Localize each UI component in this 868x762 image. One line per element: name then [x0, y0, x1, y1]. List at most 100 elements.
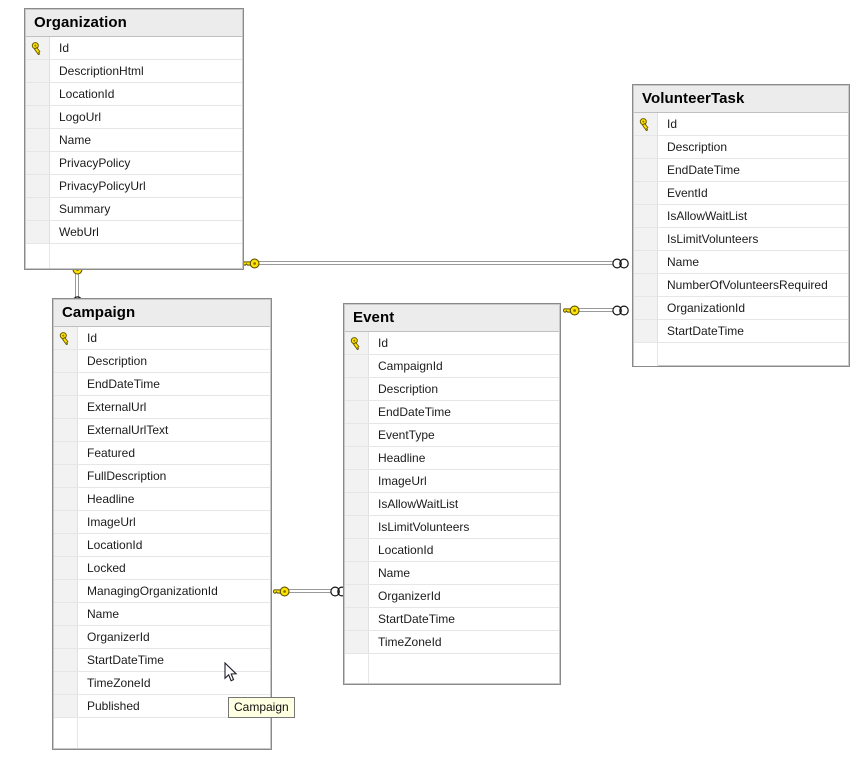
attribute-gutter	[634, 320, 658, 342]
attribute-row[interactable]: PrivacyPolicy	[26, 152, 242, 175]
attribute-row[interactable]: Locked	[54, 557, 270, 580]
attribute-row[interactable]: Summary	[26, 198, 242, 221]
attribute-row[interactable]: StartDateTime	[54, 649, 270, 672]
attribute-row[interactable]: IsLimitVolunteers	[634, 228, 848, 251]
primary-key-icon	[634, 113, 658, 135]
attribute-gutter	[345, 654, 369, 683]
attribute-row[interactable]: Description	[634, 136, 848, 159]
attribute-row[interactable]: ManagingOrganizationId	[54, 580, 270, 603]
attribute-row[interactable]: Headline	[54, 488, 270, 511]
attribute-row[interactable]: OrganizationId	[634, 297, 848, 320]
attribute-gutter	[634, 136, 658, 158]
attribute-row[interactable]: Description	[54, 350, 270, 373]
entity-table-organization[interactable]: Organization Id DescriptionHtml LocationId L…	[24, 8, 244, 270]
attribute-row[interactable]: StartDateTime	[345, 608, 559, 631]
attribute-name: OrganizerId	[87, 630, 150, 644]
attribute-empty-row[interactable]	[345, 654, 559, 683]
attribute-name: StartDateTime	[667, 324, 744, 338]
attribute-row[interactable]: CampaignId	[345, 355, 559, 378]
relationship-line	[258, 261, 613, 265]
attribute-row[interactable]: FullDescription	[54, 465, 270, 488]
attribute-row[interactable]: TimeZoneId	[54, 672, 270, 695]
attribute-name: Headline	[378, 451, 426, 465]
attribute-row[interactable]: IsAllowWaitList	[345, 493, 559, 516]
attribute-row[interactable]: IsLimitVolunteers	[345, 516, 559, 539]
attribute-row[interactable]: ExternalUrlText	[54, 419, 270, 442]
attribute-gutter	[54, 534, 78, 556]
attribute-gutter	[54, 350, 78, 372]
attribute-empty-row[interactable]	[26, 244, 242, 268]
primary-key-icon	[345, 332, 369, 354]
entity-frame: Campaign Id Description EndDateTime External…	[53, 299, 271, 749]
attribute-gutter	[54, 580, 78, 602]
attribute-row[interactable]: LocationId	[26, 83, 242, 106]
attribute-name: LocationId	[59, 87, 115, 101]
attribute-name: EndDateTime	[667, 163, 740, 177]
attribute-gutter	[345, 470, 369, 492]
attribute-name: WebUrl	[59, 225, 99, 239]
relationship-line	[578, 308, 613, 312]
attribute-row[interactable]: Name	[26, 129, 242, 152]
entity-attribute-list: Id CampaignId Description EndDateTime EventT…	[345, 332, 559, 683]
attribute-name: Headline	[87, 492, 135, 506]
attribute-row[interactable]: Id	[345, 332, 559, 355]
attribute-row[interactable]: EventType	[345, 424, 559, 447]
attribute-row[interactable]: NumberOfVolunteersRequired	[634, 274, 848, 297]
attribute-row[interactable]: PrivacyPolicyUrl	[26, 175, 242, 198]
attribute-row[interactable]: EndDateTime	[634, 159, 848, 182]
attribute-row[interactable]: Name	[345, 562, 559, 585]
attribute-gutter	[26, 198, 50, 220]
attribute-gutter	[54, 695, 78, 717]
attribute-row[interactable]: LocationId	[345, 539, 559, 562]
attribute-gutter	[634, 274, 658, 296]
entity-table-campaign[interactable]: Campaign Id Description EndDateTime External…	[52, 298, 272, 750]
attribute-row[interactable]: ImageUrl	[54, 511, 270, 534]
entity-title[interactable]: VolunteerTask	[634, 86, 848, 113]
attribute-gutter	[26, 129, 50, 151]
attribute-row[interactable]: Name	[634, 251, 848, 274]
attribute-name: Description	[667, 140, 728, 154]
attribute-row[interactable]: OrganizerId	[345, 585, 559, 608]
attribute-row[interactable]: WebUrl	[26, 221, 242, 244]
attribute-name: Featured	[87, 446, 136, 460]
entity-attribute-list: Id Description EndDateTime EventId IsAllowWa…	[634, 113, 848, 366]
attribute-row[interactable]: ImageUrl	[345, 470, 559, 493]
attribute-row[interactable]: ExternalUrl	[54, 396, 270, 419]
attribute-name: IsLimitVolunteers	[667, 232, 759, 246]
entity-title[interactable]: Event	[345, 305, 559, 332]
attribute-row[interactable]: TimeZoneId	[345, 631, 559, 654]
attribute-name: EndDateTime	[378, 405, 451, 419]
attribute-name	[78, 718, 87, 748]
entity-tooltip: Campaign	[228, 697, 295, 718]
attribute-row[interactable]: EventId	[634, 182, 848, 205]
attribute-gutter	[345, 539, 369, 561]
attribute-row[interactable]: Id	[26, 37, 242, 60]
entity-attribute-list: Id DescriptionHtml LocationId LogoUrl Name Pr…	[26, 37, 242, 268]
attribute-row[interactable]: Id	[54, 327, 270, 350]
attribute-row[interactable]: Description	[345, 378, 559, 401]
entity-title[interactable]: Campaign	[54, 300, 270, 327]
entity-title[interactable]: Organization	[26, 10, 242, 37]
attribute-row[interactable]: Name	[54, 603, 270, 626]
attribute-row[interactable]: IsAllowWaitList	[634, 205, 848, 228]
entity-table-volunteertask[interactable]: VolunteerTask Id Description EndDateTime Eve…	[632, 84, 850, 367]
attribute-gutter	[26, 221, 50, 243]
attribute-row[interactable]: Headline	[345, 447, 559, 470]
attribute-row[interactable]: Featured	[54, 442, 270, 465]
entity-frame: VolunteerTask Id Description EndDateTime Eve…	[633, 85, 849, 366]
attribute-empty-row[interactable]	[634, 343, 848, 366]
attribute-row[interactable]: DescriptionHtml	[26, 60, 242, 83]
entity-frame: Event Id CampaignId Description EndDateTime E…	[344, 304, 560, 684]
attribute-row[interactable]: Id	[634, 113, 848, 136]
attribute-empty-row[interactable]	[54, 718, 270, 748]
attribute-name: EventType	[378, 428, 435, 442]
attribute-row[interactable]: OrganizerId	[54, 626, 270, 649]
attribute-row[interactable]: EndDateTime	[345, 401, 559, 424]
attribute-row[interactable]: EndDateTime	[54, 373, 270, 396]
attribute-row[interactable]: LogoUrl	[26, 106, 242, 129]
attribute-row[interactable]: StartDateTime	[634, 320, 848, 343]
attribute-gutter	[345, 585, 369, 607]
attribute-name: Id	[378, 336, 389, 350]
entity-table-event[interactable]: Event Id CampaignId Description EndDateTime E…	[343, 303, 561, 685]
attribute-row[interactable]: LocationId	[54, 534, 270, 557]
